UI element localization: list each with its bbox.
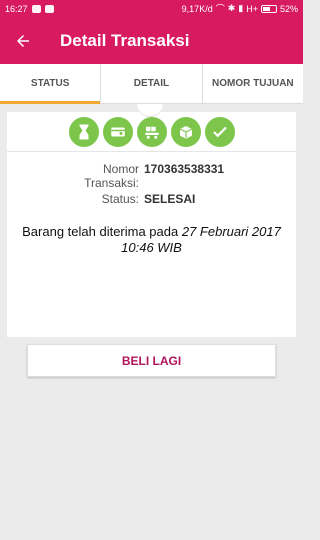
tab-bar: STATUS DETAIL NOMOR TUJUAN xyxy=(0,64,303,104)
payment-icon xyxy=(102,116,133,147)
battery-icon xyxy=(260,4,277,13)
signal-type: H+ xyxy=(246,3,258,14)
tab-status[interactable]: STATUS xyxy=(0,64,101,104)
notification-icon xyxy=(31,4,41,13)
status-label: Status: xyxy=(101,192,139,206)
headphone-icon: ⌒ xyxy=(215,4,225,14)
arrow-left-icon xyxy=(17,34,29,47)
received-message-prefix: Barang telah diterima pada xyxy=(22,224,182,239)
page-title: Detail Transaksi xyxy=(60,30,190,50)
delivery-cart-icon xyxy=(136,116,167,147)
clock: 16:27 xyxy=(5,3,28,14)
status-value: SELESAI xyxy=(144,192,196,206)
received-message: Barang telah diterima pada 27 Februari 2… xyxy=(7,224,296,256)
back-button[interactable] xyxy=(0,17,46,64)
buy-again-button[interactable]: BELI LAGI xyxy=(27,344,276,377)
signal-icon: ▮ xyxy=(238,3,244,13)
network-speed: 9,17K/d xyxy=(181,3,213,14)
bluetooth-icon: ✱ xyxy=(227,3,236,13)
status-bar: 16:27 9,17K/d ⌒ ✱ ▮ H+ 52% xyxy=(0,0,303,17)
package-icon xyxy=(170,116,201,147)
tab-nomor-tujuan[interactable]: NOMOR TUJUAN xyxy=(201,64,303,103)
image-notification-icon xyxy=(44,4,54,13)
app-bar: Detail Transaksi xyxy=(0,17,303,64)
transaction-number-value: 170363538331 xyxy=(144,162,225,176)
transaction-number-label: Nomor Transaksi: xyxy=(84,162,139,190)
transaction-info: Nomor Transaksi: 170363538331 Status: SE… xyxy=(7,162,296,206)
status-card: Nomor Transaksi: 170363538331 Status: SE… xyxy=(7,112,296,337)
tab-detail[interactable]: DETAIL xyxy=(100,64,201,103)
checkmark-icon xyxy=(204,116,235,147)
progress-steps xyxy=(7,112,296,152)
battery-level: 52% xyxy=(279,3,298,14)
hourglass-icon xyxy=(68,116,99,147)
